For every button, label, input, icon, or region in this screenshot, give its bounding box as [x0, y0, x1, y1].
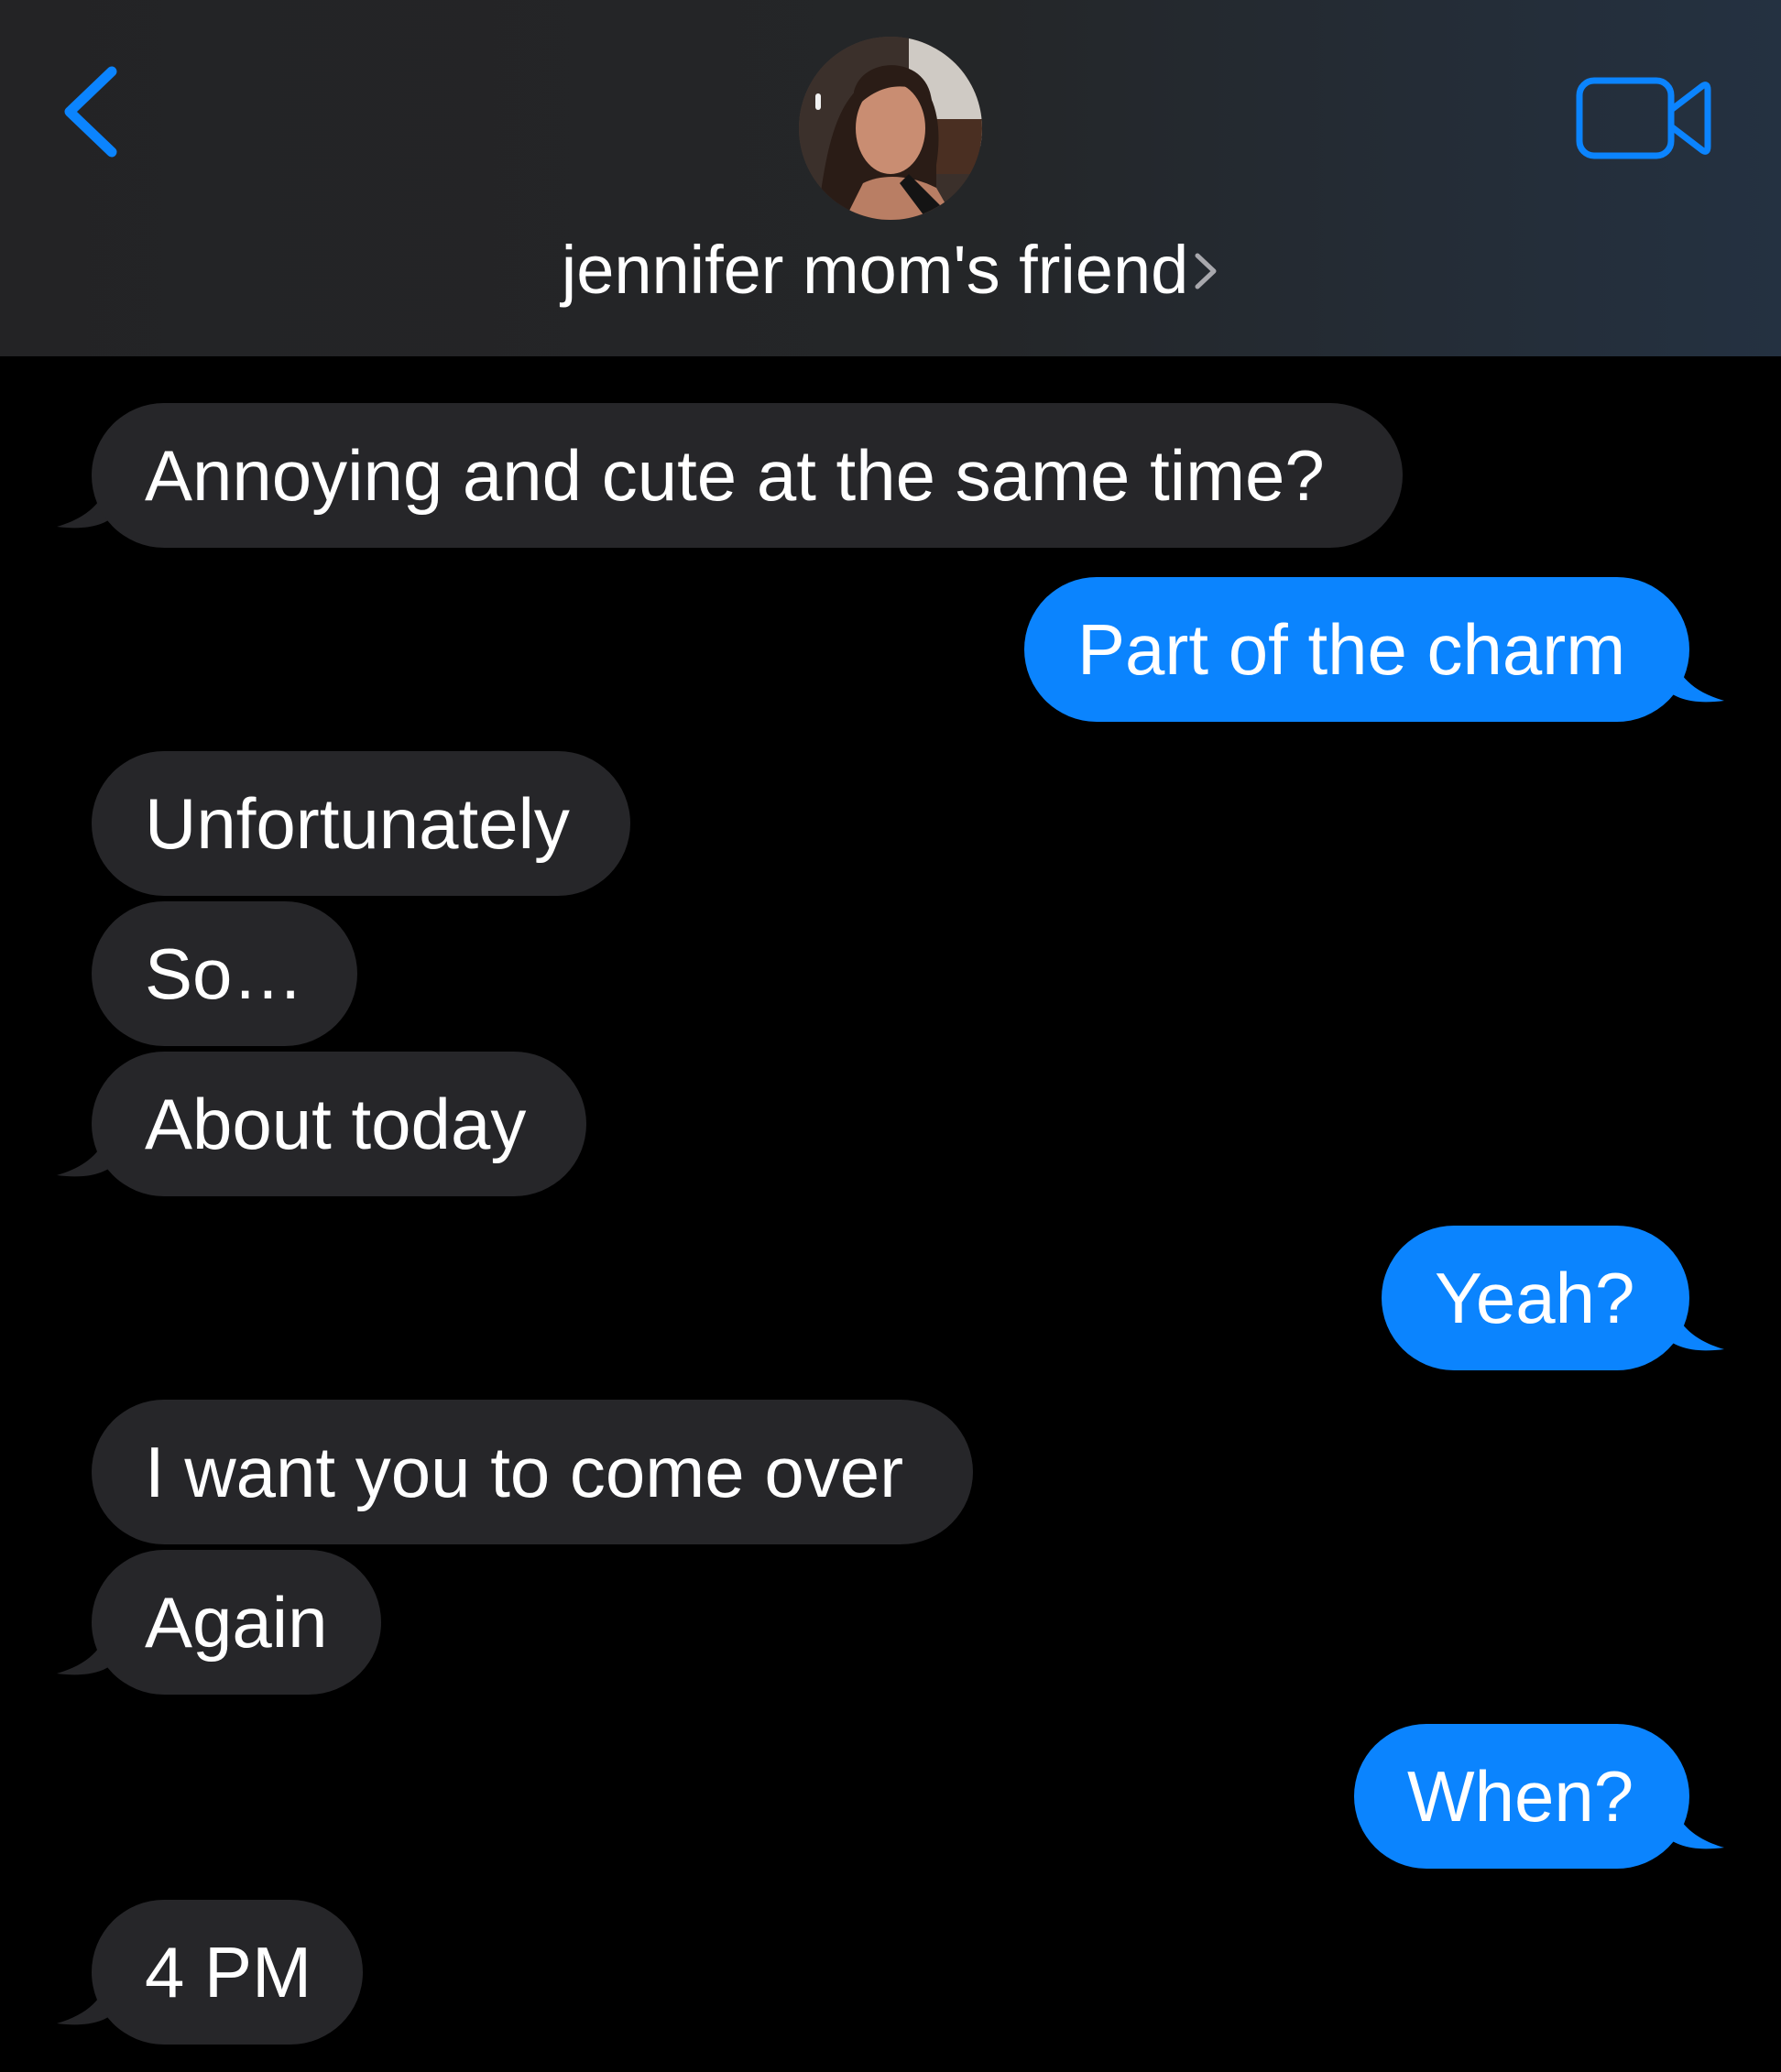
chevron-left-icon	[64, 66, 117, 158]
video-call-button[interactable]	[1574, 73, 1713, 165]
message-bubble-outgoing[interactable]: Part of the charm	[1024, 577, 1689, 722]
message-bubble-incoming[interactable]: I want you to come over	[92, 1400, 973, 1544]
message-bubble-incoming[interactable]: So…	[92, 901, 357, 1046]
message-bubble-outgoing[interactable]: Yeah?	[1382, 1226, 1689, 1370]
message-bubble-outgoing[interactable]: When?	[1354, 1724, 1689, 1869]
message-bubble-incoming[interactable]: About today	[92, 1052, 586, 1196]
message-text: Unfortunately	[145, 783, 570, 864]
message-text: Part of the charm	[1077, 609, 1626, 690]
contact-avatar[interactable]	[799, 37, 982, 220]
message-bubble-incoming[interactable]: Unfortunately	[92, 751, 630, 896]
message-bubble-incoming[interactable]: Annoying and cute at the same time?	[92, 403, 1403, 548]
contact-name-button[interactable]: jennifer mom's friend	[0, 229, 1781, 316]
message-text: So…	[145, 933, 304, 1014]
message-text: Yeah?	[1435, 1258, 1635, 1338]
video-camera-icon	[1576, 77, 1711, 159]
message-text: I want you to come over	[145, 1432, 904, 1512]
avatar-photo	[799, 37, 982, 220]
back-button[interactable]	[53, 55, 136, 174]
message-bubble-incoming[interactable]: Again	[92, 1550, 381, 1695]
chevron-right-icon	[1192, 230, 1219, 312]
message-list[interactable]: Annoying and cute at the same time? Part…	[0, 356, 1781, 2072]
message-text: Again	[145, 1582, 328, 1663]
message-bubble-incoming[interactable]: 4 PM	[92, 1900, 363, 2045]
message-text: About today	[145, 1084, 527, 1164]
message-text: Annoying and cute at the same time?	[145, 435, 1325, 516]
conversation-header: jennifer mom's friend	[0, 0, 1781, 356]
contact-name-label: jennifer mom's friend	[561, 232, 1189, 308]
message-text: 4 PM	[145, 1932, 312, 2012]
message-text: When?	[1407, 1756, 1634, 1837]
